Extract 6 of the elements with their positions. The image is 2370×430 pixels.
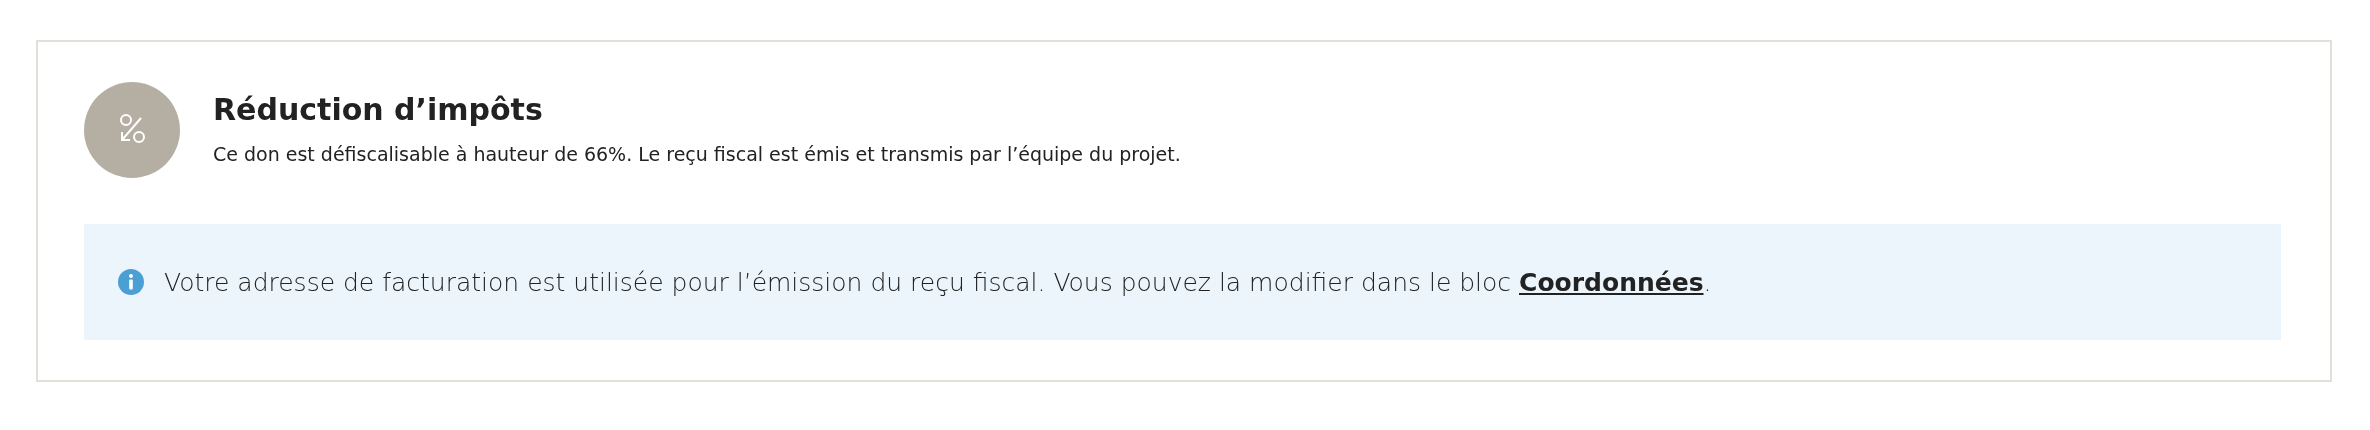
info-message: Votre adresse de facturation est utilisée pour l’émission du reçu fiscal. Vous pouvez la modifier dans le bloc Coordonnées. — [164, 267, 1712, 297]
info-icon — [117, 268, 145, 296]
percent-icon — [84, 82, 180, 178]
section-title: Réduction d’impôts — [213, 92, 544, 127]
description-text: Ce don est défiscalisable à hauteur de 66%. Le reçu fiscal est émis et transmis par l’équipe du projet. — [213, 143, 1181, 165]
coordinates-link[interactable]: Coordonnées — [1519, 267, 1704, 297]
